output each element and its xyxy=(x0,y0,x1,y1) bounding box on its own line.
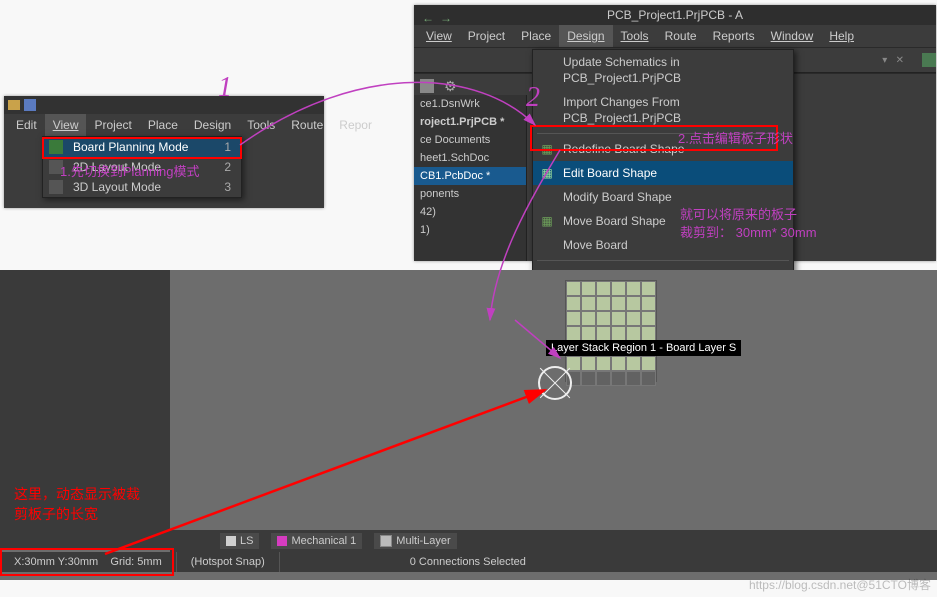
annotation-step3b: 裁剪到： 30mm* 30mm xyxy=(680,222,817,241)
prj-item[interactable]: 42) xyxy=(414,203,526,221)
menu-window-r[interactable]: Window xyxy=(763,25,822,47)
menu-route-r[interactable]: Route xyxy=(657,25,705,47)
menu-tools-r[interactable]: Tools xyxy=(613,25,657,47)
status-bar: X:30mm Y:30mm Grid: 5mm (Hotspot Snap) 0… xyxy=(0,552,937,572)
number-1: 1 xyxy=(218,72,232,104)
prj-item[interactable]: ce1.DsnWrk xyxy=(414,95,526,113)
menu-item-edit-board-shape[interactable]: ▦ Edit Board Shape xyxy=(533,161,793,185)
layer-tabs: LS Mechanical 1 Multi-Layer xyxy=(170,530,937,552)
layer-tab-mech[interactable]: Mechanical 1 xyxy=(271,533,362,549)
menu-tools[interactable]: Tools xyxy=(239,114,283,136)
project-pane: ce1.DsnWrk roject1.PrjPCB * ce Documents… xyxy=(414,95,527,261)
swatch-multi xyxy=(380,535,392,547)
menu-design-r[interactable]: Design xyxy=(559,25,612,47)
folder-icon xyxy=(8,100,20,110)
menu-help-r[interactable]: Help xyxy=(821,25,862,47)
annotation-bottom-b: 剪板子的长宽 xyxy=(14,504,98,524)
prj-item[interactable]: 1) xyxy=(414,221,526,239)
window-title: PCB_Project1.PrjPCB - A xyxy=(607,8,743,22)
menu-place-r[interactable]: Place xyxy=(513,25,559,47)
pan-icon[interactable] xyxy=(420,79,434,93)
titlebar: ← → PCB_Project1.PrjPCB - A xyxy=(414,5,936,25)
move-shape-icon: ▦ xyxy=(539,213,555,229)
doc-icon[interactable] xyxy=(922,53,936,67)
redefine-icon: ▦ xyxy=(539,141,555,157)
prj-item[interactable]: ce Documents xyxy=(414,131,526,149)
panel-design-menu: ← → PCB_Project1.PrjPCB - A View Project… xyxy=(414,5,936,261)
layout3d-icon xyxy=(49,180,63,194)
annotation-step2: 2.点击编辑板子形状 xyxy=(678,128,793,147)
save-icon xyxy=(24,99,36,111)
layer-tab-ls[interactable]: LS xyxy=(220,533,259,549)
watermark: https://blog.csdn.net@51CTO博客 xyxy=(749,576,931,593)
crosshair-cursor xyxy=(538,366,572,400)
planning-icon xyxy=(49,140,63,154)
menu-view-r[interactable]: View xyxy=(418,25,460,47)
panel-view-menu: Edit View Project Place Design Tools Rou… xyxy=(4,96,324,208)
menu-edit[interactable]: Edit xyxy=(8,114,45,136)
status-coords: X:30mm Y:30mm Grid: 5mm xyxy=(0,552,177,572)
menu-item-board-planning[interactable]: Board Planning Mode 1 xyxy=(43,137,241,157)
design-dropdown: Update Schematics in PCB_Project1.PrjPCB… xyxy=(532,49,794,303)
prj-item[interactable]: roject1.PrjPCB * xyxy=(414,113,526,131)
annotation-step1: 1.先切换到Planning模式 xyxy=(60,161,199,180)
status-selection: 0 Connections Selected xyxy=(280,552,540,572)
menu-item-3d-layout[interactable]: 3D Layout Mode 3 xyxy=(43,177,241,197)
status-snap: (Hotspot Snap) xyxy=(177,552,280,572)
editor-canvas[interactable] xyxy=(170,270,937,530)
menu-item-update-schematics[interactable]: Update Schematics in PCB_Project1.PrjPCB xyxy=(533,50,793,90)
region-tooltip: Layer Stack Region 1 - Board Layer S xyxy=(546,340,741,356)
gear-icon[interactable]: ⚙ xyxy=(444,78,457,95)
menubar-right: View Project Place Design Tools Route Re… xyxy=(414,25,936,47)
menu-reports-r[interactable]: Reports xyxy=(705,25,763,47)
swatch-ls xyxy=(226,536,236,546)
board-shape-grid[interactable] xyxy=(565,280,657,382)
menu-project[interactable]: Project xyxy=(86,114,139,136)
back-icon[interactable]: ← xyxy=(422,8,434,28)
prj-item-active[interactable]: CB1.PcbDoc * xyxy=(414,167,526,185)
pcb-editor: Layer Stack Region 1 - Board Layer S LS … xyxy=(0,270,937,580)
menu-project-r[interactable]: Project xyxy=(460,25,513,47)
menu-place[interactable]: Place xyxy=(140,114,186,136)
layer-tab-multi[interactable]: Multi-Layer xyxy=(374,533,456,549)
menu-view[interactable]: View xyxy=(45,114,87,136)
menubar-left: Edit View Project Place Design Tools Rou… xyxy=(4,114,324,136)
annotation-bottom-a: 这里，动态显示被裁 xyxy=(14,484,140,504)
menu-route[interactable]: Route xyxy=(283,114,331,136)
menu-item-import-changes[interactable]: Import Changes From PCB_Project1.PrjPCB xyxy=(533,90,793,130)
number-2: 2 xyxy=(526,82,540,114)
menu-reports[interactable]: Repor xyxy=(331,114,380,136)
fwd-icon[interactable]: → xyxy=(440,8,452,28)
prj-item[interactable]: ponents xyxy=(414,185,526,203)
edit-shape-icon: ▦ xyxy=(539,165,555,181)
prj-item[interactable]: heet1.SchDoc xyxy=(414,149,526,167)
menu-design[interactable]: Design xyxy=(186,114,239,136)
annotation-step3a: 就可以将原来的板子 xyxy=(680,204,797,223)
swatch-mech xyxy=(277,536,287,546)
